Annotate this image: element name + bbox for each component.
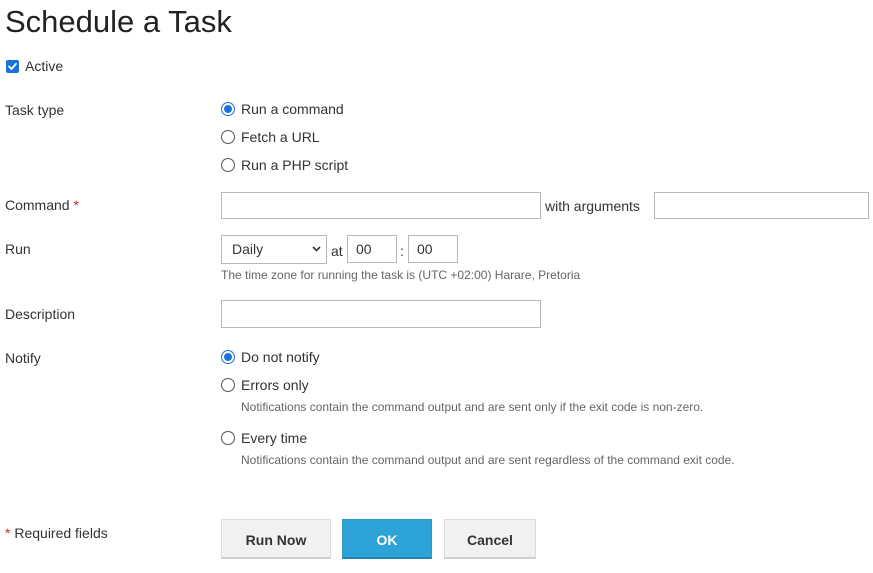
active-checkbox[interactable] <box>6 60 19 73</box>
with-arguments-label: with arguments <box>545 198 640 214</box>
task-type-run-command-label[interactable]: Run a command <box>241 100 344 118</box>
run-label: Run <box>5 241 31 257</box>
notify-every-time-label[interactable]: Every time <box>241 429 307 447</box>
required-fields-note: * Required fields <box>5 524 108 542</box>
required-fields-text: Required fields <box>14 525 108 541</box>
command-label: Command * <box>5 196 79 214</box>
cancel-button[interactable]: Cancel <box>444 519 536 559</box>
run-now-button[interactable]: Run Now <box>221 519 331 559</box>
notify-errors-only-hint: Notifications contain the command output… <box>241 400 704 414</box>
notify-label: Notify <box>5 350 41 366</box>
hour-input[interactable]: 00 <box>347 235 397 263</box>
checkmark-icon <box>8 62 17 70</box>
notify-errors-only-label[interactable]: Errors only <box>241 376 309 394</box>
page-title: Schedule a Task <box>5 4 232 39</box>
notify-every-time-hint: Notifications contain the command output… <box>241 453 735 467</box>
notify-errors-only-radio[interactable] <box>221 378 235 392</box>
description-label: Description <box>5 306 76 322</box>
notify-do-not-notify-label[interactable]: Do not notify <box>241 348 320 366</box>
description-input[interactable] <box>221 300 541 328</box>
ok-button[interactable]: OK <box>342 519 432 559</box>
task-type-label: Task type <box>5 102 65 118</box>
minute-input[interactable]: 00 <box>408 235 458 263</box>
notify-do-not-notify-radio[interactable] <box>221 350 235 364</box>
command-input[interactable] <box>221 192 541 219</box>
run-frequency-value: Daily <box>232 241 264 257</box>
required-marker: * <box>5 525 11 541</box>
active-label: Active <box>25 58 64 74</box>
task-type-fetch-url-radio[interactable] <box>221 130 235 144</box>
timezone-hint: The time zone for running the task is (U… <box>221 268 581 282</box>
run-frequency-select[interactable]: Daily <box>221 235 327 264</box>
chevron-down-icon <box>312 246 321 252</box>
task-type-run-php-label[interactable]: Run a PHP script <box>241 156 348 174</box>
notify-every-time-radio[interactable] <box>221 431 235 445</box>
arguments-input[interactable] <box>654 192 869 219</box>
task-type-fetch-url-label[interactable]: Fetch a URL <box>241 128 320 146</box>
required-marker: * <box>73 197 79 213</box>
command-label-text: Command <box>5 197 70 213</box>
task-type-run-command-radio[interactable] <box>221 102 235 116</box>
at-label: at <box>331 243 343 259</box>
task-type-run-php-radio[interactable] <box>221 158 235 172</box>
time-separator: : <box>400 243 404 259</box>
